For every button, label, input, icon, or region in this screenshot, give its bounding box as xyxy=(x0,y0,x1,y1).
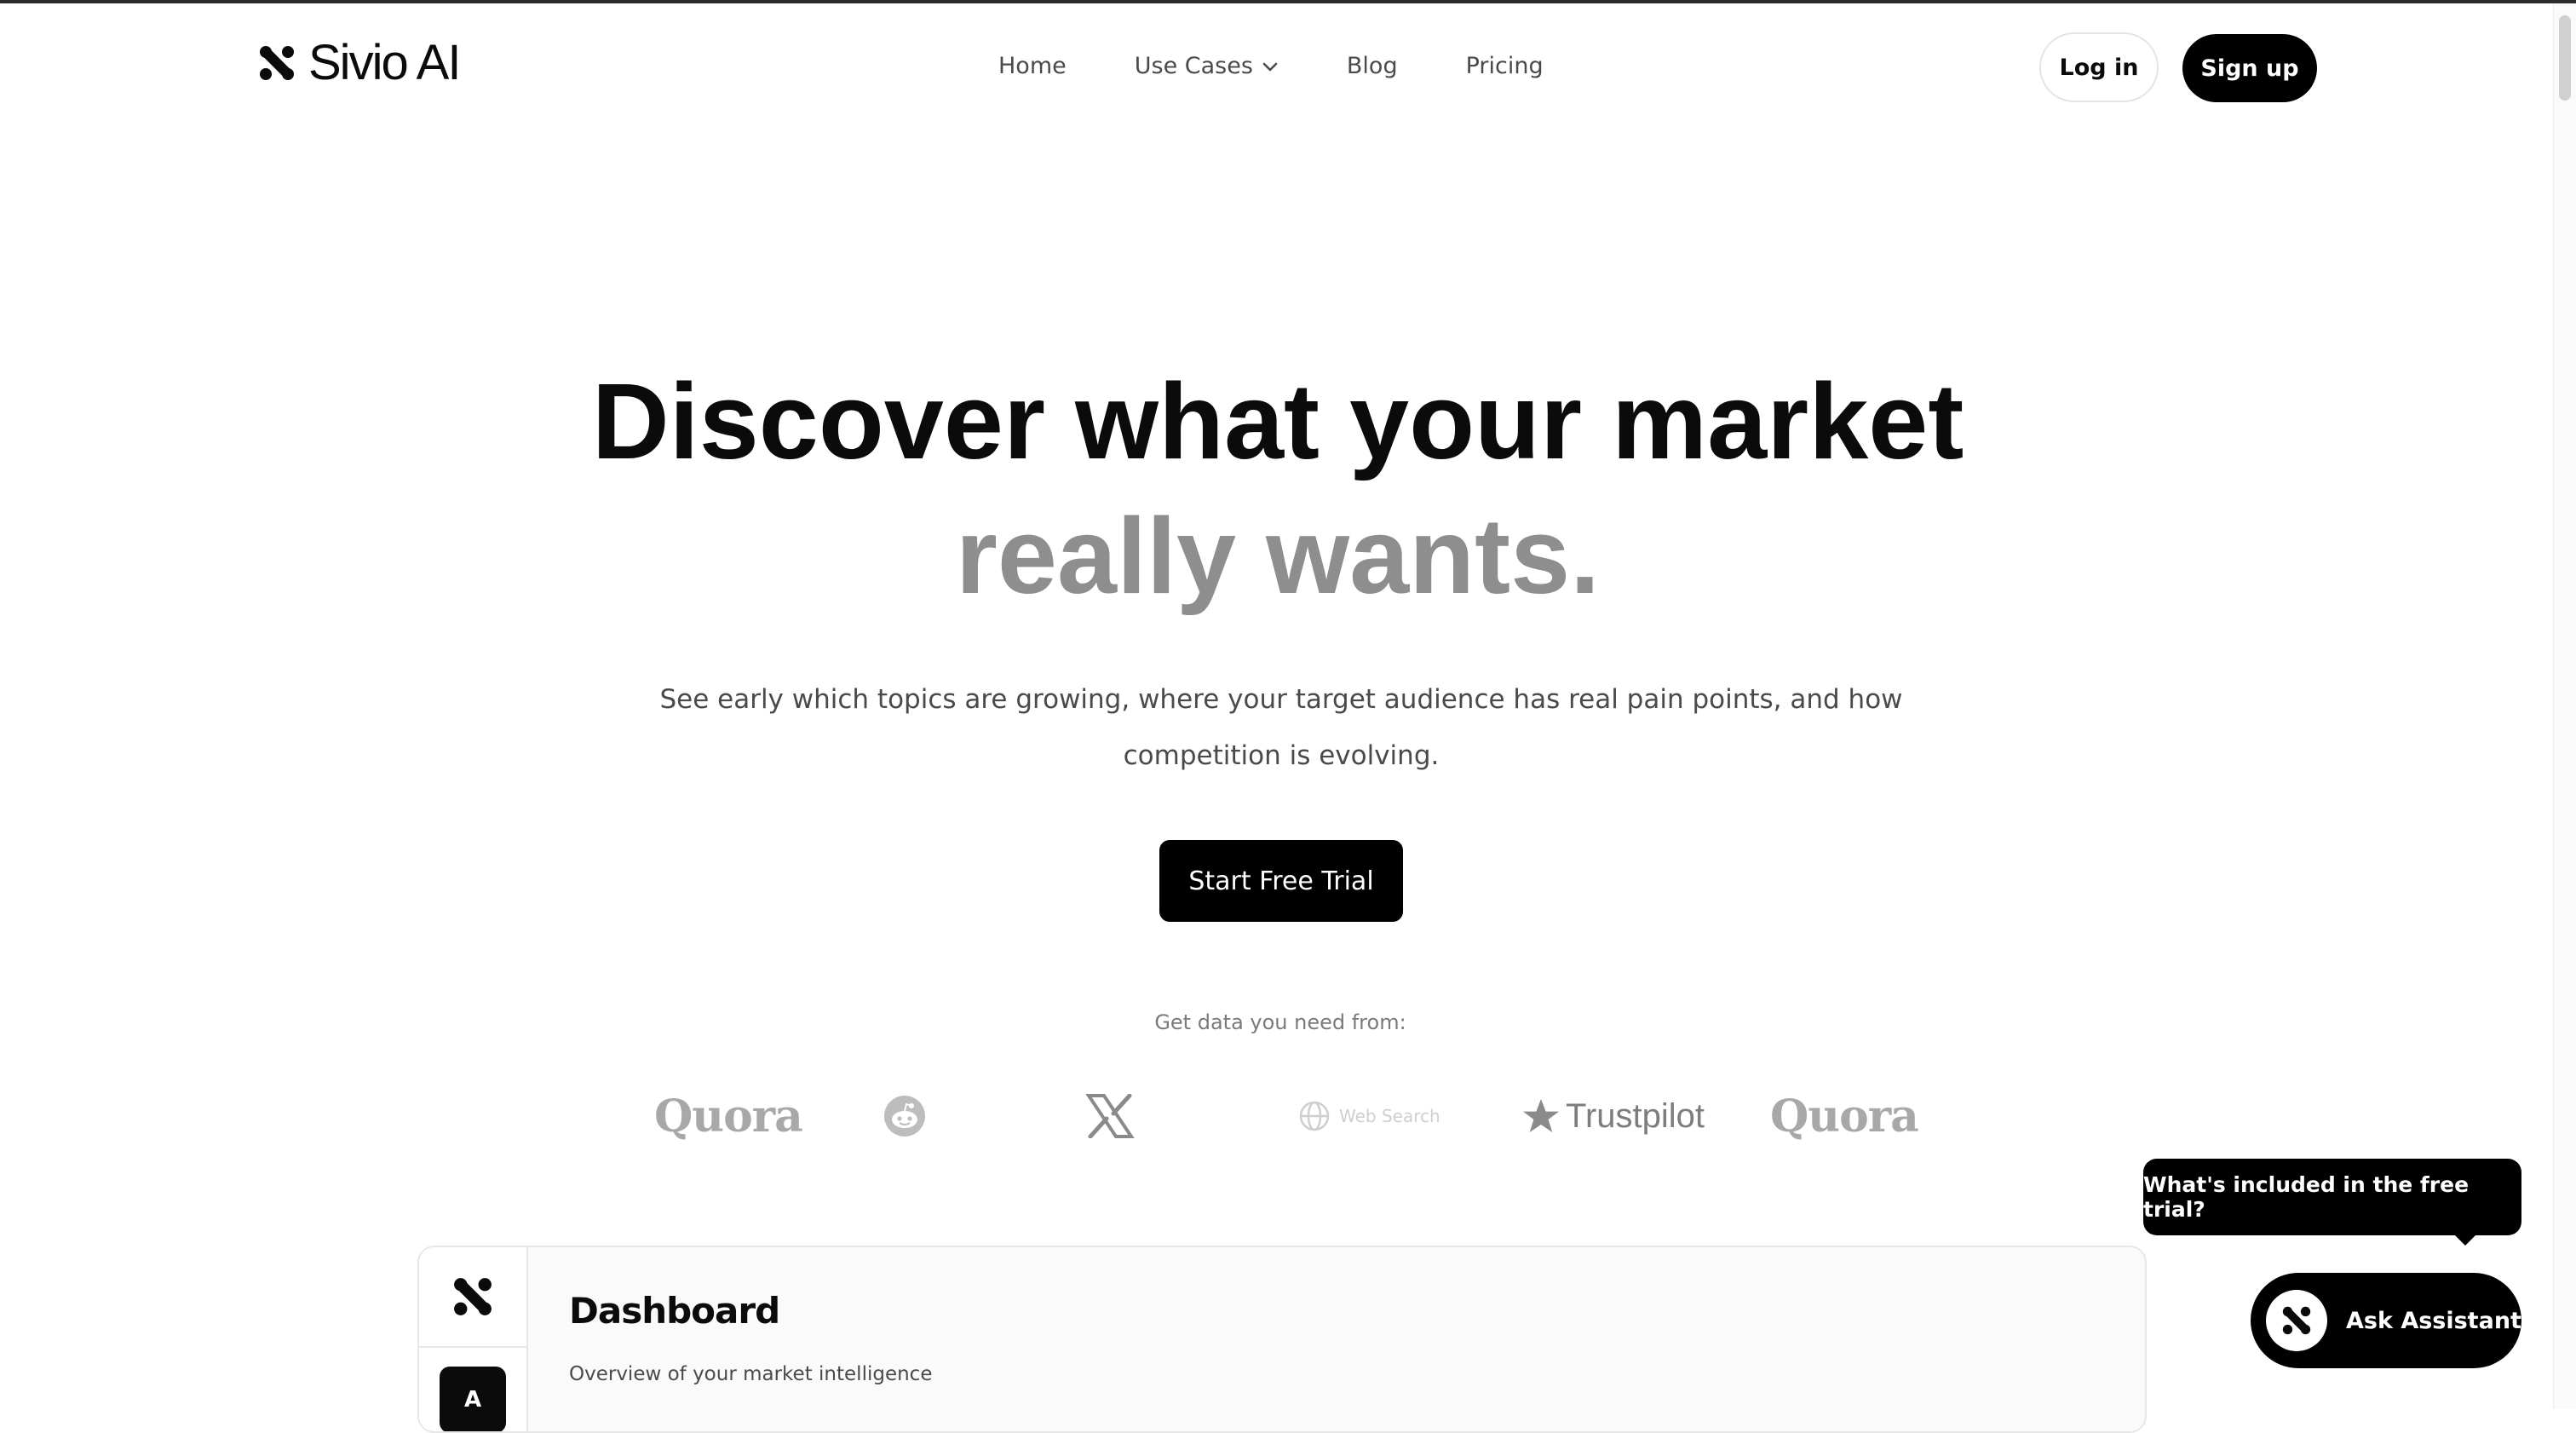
ask-assistant-label: Ask Assistant xyxy=(2346,1307,2521,1334)
hero-subtext: See early which topics are growing, wher… xyxy=(659,684,1903,771)
nav-home[interactable]: Home xyxy=(998,49,1067,83)
assistant-suggestion-bubble[interactable]: What's included in the free trial? xyxy=(2143,1159,2521,1235)
nav-pricing[interactable]: Pricing xyxy=(1466,49,1544,83)
scrollbar-thumb[interactable] xyxy=(2559,15,2571,101)
x-icon xyxy=(1085,1094,1135,1138)
nav-blog-label: Blog xyxy=(1346,53,1398,79)
brand-name: Sivio AI xyxy=(308,35,461,90)
quora-logo-2: Quora xyxy=(1770,1090,1919,1142)
x-logo xyxy=(1085,1082,1135,1150)
quora-logo: Quora xyxy=(654,1090,803,1142)
dashboard-subtitle: Overview of your market intelligence xyxy=(569,1363,933,1385)
signup-button[interactable]: Sign up xyxy=(2182,34,2317,102)
nav-use-cases[interactable]: Use Cases xyxy=(1135,49,1279,83)
brand-mark-icon xyxy=(2282,1306,2311,1335)
web-search-label: Web Search xyxy=(1339,1106,1440,1126)
nav-blog[interactable]: Blog xyxy=(1347,49,1398,83)
window-top-border xyxy=(0,0,2576,3)
data-sources-logos: Quora Web Search Trustpilot Quora xyxy=(0,1082,2561,1150)
sources-label: Get data you need from: xyxy=(1154,1010,1406,1034)
hero-headline-accent: really wants. xyxy=(955,496,1601,616)
page-scrollbar[interactable] xyxy=(2553,3,2576,1409)
reddit-logo xyxy=(883,1082,927,1150)
brand-logo[interactable]: Sivio AI xyxy=(259,35,461,90)
assistant-bubble-tail xyxy=(2453,1234,2477,1246)
reddit-icon xyxy=(884,1096,925,1137)
chevron-down-icon xyxy=(1262,62,1278,72)
star-icon xyxy=(1523,1099,1559,1132)
dashboard-logo xyxy=(419,1247,526,1348)
trustpilot-label: Trustpilot xyxy=(1566,1096,1705,1135)
assistant-avatar xyxy=(2266,1290,2327,1351)
nav-use-cases-label: Use Cases xyxy=(1134,53,1253,79)
login-button[interactable]: Log in xyxy=(2039,32,2159,102)
globe-icon xyxy=(1299,1101,1330,1131)
main-nav: Home Use Cases Blog Pricing xyxy=(998,49,1544,83)
start-free-trial-button[interactable]: Start Free Trial xyxy=(1159,840,1403,922)
nav-home-label: Home xyxy=(998,53,1067,79)
hero-headline: Discover what your market xyxy=(591,361,1964,481)
trustpilot-logo: Trustpilot xyxy=(1521,1082,1705,1150)
web-search-logo: Web Search xyxy=(1298,1082,1440,1150)
brand-mark-icon xyxy=(260,46,294,80)
dashboard-preview: A Dashboard Overview of your market inte… xyxy=(417,1246,2147,1433)
user-avatar[interactable]: A xyxy=(440,1367,506,1431)
nav-pricing-label: Pricing xyxy=(1465,53,1544,79)
dashboard-title: Dashboard xyxy=(569,1290,780,1332)
brand-mark-icon xyxy=(454,1278,492,1315)
dashboard-sidebar: A xyxy=(419,1247,528,1431)
ask-assistant-button[interactable]: Ask Assistant xyxy=(2251,1273,2521,1368)
